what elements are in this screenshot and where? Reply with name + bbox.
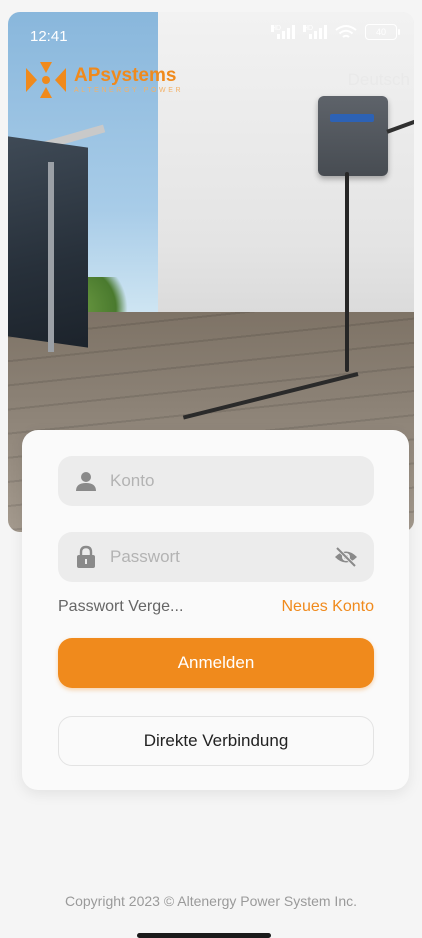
direct-connect-button[interactable]: Direkte Verbindung [58,716,374,766]
power-cable [345,172,349,372]
apsystems-logo-icon [26,62,66,98]
status-time: 12:41 [30,28,68,45]
lock-icon [77,545,95,568]
signal-icon: HD [303,25,327,39]
password-field[interactable] [58,532,374,582]
copyright-text: Copyright 2023 © Altenergy Power System … [64,893,357,909]
brand-tagline: ALTENERGY POWER [74,87,184,94]
battery-level: 40 [365,24,397,40]
account-input[interactable] [108,470,332,492]
railing-post [48,162,54,352]
forgot-password-link[interactable]: Passwort Verge... [58,598,183,616]
home-indicator[interactable] [137,933,271,938]
user-icon [76,472,96,491]
signal-label: HD [271,25,282,32]
signal-icon: HD [271,25,295,39]
status-icons: HD HD 40 [271,24,400,40]
account-links: Passwort Verge... Neues Konto [58,598,374,616]
brand-logo: APsystems ALTENERGY POWER [24,60,183,100]
password-input[interactable] [108,546,332,568]
login-button[interactable]: Anmelden [58,638,374,688]
wifi-icon [335,25,357,38]
login-screen: 12:41 HD HD 40 APsystems ALTENERGY POWER… [0,0,422,938]
wall [158,12,414,342]
new-account-link[interactable]: Neues Konto [281,598,374,616]
account-field[interactable] [58,456,374,506]
brand-name: APsystems [74,65,177,86]
login-card: Passwort Verge... Neues Konto Anmelden D… [22,430,409,790]
status-bar: 12:41 HD HD 40 [0,0,422,46]
battery-icon: 40 [365,24,400,40]
signal-label: HD [303,25,314,32]
language-selector[interactable]: Deutsch [348,70,410,90]
eye-off-icon[interactable] [334,546,358,568]
microinverter-device [318,96,388,176]
